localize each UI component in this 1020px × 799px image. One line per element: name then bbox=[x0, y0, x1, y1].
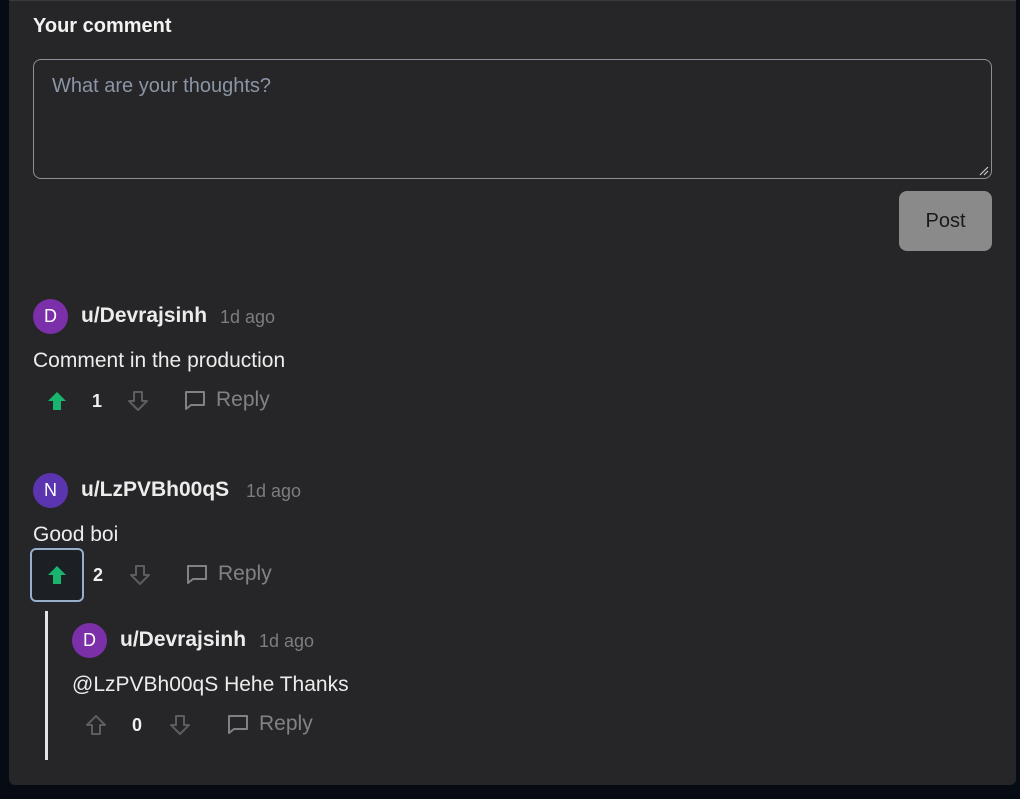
vote-count: 2 bbox=[93, 565, 104, 585]
comment-timestamp: 1d ago bbox=[259, 631, 315, 651]
arrow-down-icon bbox=[128, 391, 148, 411]
arrow-up-icon bbox=[48, 566, 66, 584]
reply-button[interactable]: Reply bbox=[184, 388, 270, 412]
avatar: N bbox=[33, 473, 68, 508]
comment-body: Good boi bbox=[33, 523, 119, 546]
reply-label: Reply bbox=[216, 388, 270, 411]
comment-bubble-icon bbox=[228, 715, 248, 734]
vote-count: 0 bbox=[132, 715, 143, 735]
avatar: D bbox=[72, 623, 107, 658]
arrow-up-icon bbox=[48, 392, 66, 410]
comment-bubble-icon bbox=[185, 391, 205, 410]
comment-form-label: Your comment bbox=[33, 15, 172, 37]
resize-grip-icon[interactable] bbox=[979, 166, 989, 176]
comment-username[interactable]: u/Devrajsinh bbox=[120, 628, 246, 652]
reply-button[interactable]: Reply bbox=[227, 712, 313, 736]
post-button[interactable]: Post bbox=[899, 191, 992, 251]
avatar: D bbox=[33, 299, 68, 334]
arrow-down-icon bbox=[170, 715, 190, 735]
upvote-button[interactable] bbox=[72, 701, 120, 749]
downvote-button[interactable] bbox=[156, 701, 204, 749]
reply-label: Reply bbox=[218, 562, 272, 585]
comment-username[interactable]: u/Devrajsinh bbox=[81, 304, 207, 328]
upvote-button[interactable] bbox=[30, 548, 84, 602]
comment-bubble-icon bbox=[187, 565, 207, 584]
thread-line[interactable] bbox=[45, 611, 48, 760]
downvote-button[interactable] bbox=[116, 551, 164, 599]
comment-username[interactable]: u/LzPVBh00qS bbox=[81, 478, 229, 502]
comment-input[interactable] bbox=[33, 59, 992, 179]
comment-timestamp: 1d ago bbox=[220, 307, 276, 327]
comment-body: @LzPVBh00qS Hehe Thanks bbox=[72, 673, 349, 696]
upvote-button[interactable] bbox=[33, 377, 81, 425]
vote-count: 1 bbox=[92, 391, 103, 411]
comment-timestamp: 1d ago bbox=[246, 481, 302, 501]
downvote-button[interactable] bbox=[114, 377, 162, 425]
arrow-up-icon bbox=[86, 715, 106, 735]
reply-label: Reply bbox=[259, 712, 313, 735]
arrow-down-icon bbox=[130, 565, 150, 585]
reply-button[interactable]: Reply bbox=[186, 562, 272, 586]
comment-body: Comment in the production bbox=[33, 349, 286, 372]
